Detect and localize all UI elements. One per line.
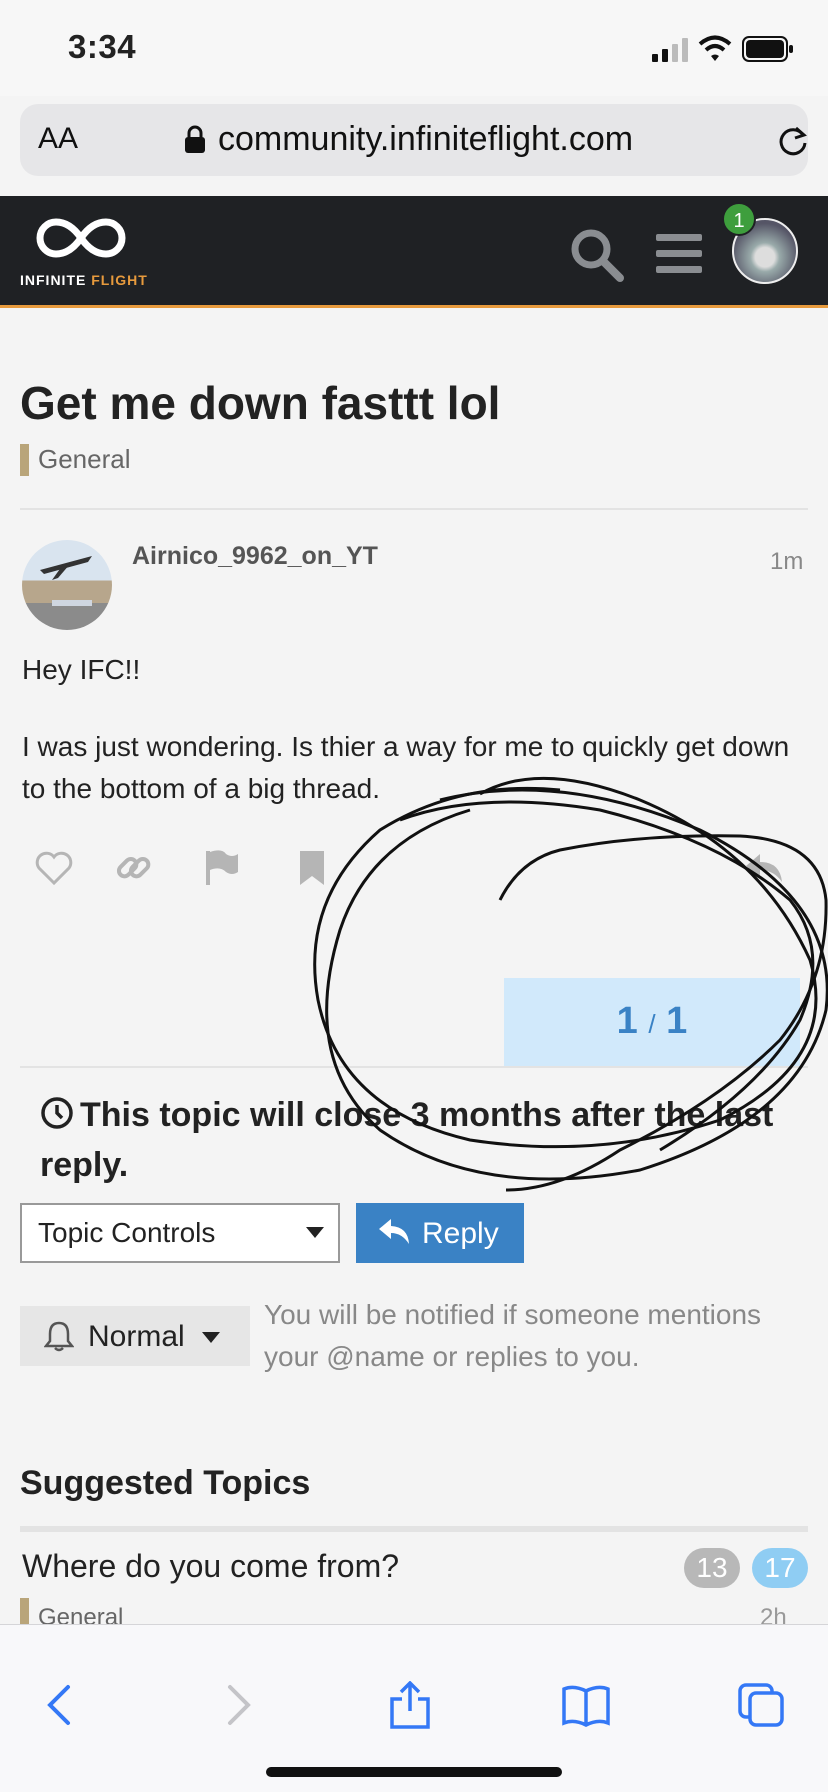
divider — [20, 1526, 808, 1532]
status-bar: 3:34 — [0, 0, 828, 96]
wifi-icon — [698, 35, 732, 61]
topic-progress[interactable]: 1 / 1 — [504, 978, 800, 1066]
reply-arrow-icon[interactable] — [744, 848, 784, 888]
reply-button[interactable]: Reply — [356, 1203, 524, 1263]
infinite-flight-logo[interactable] — [26, 214, 136, 262]
search-icon[interactable] — [568, 226, 624, 282]
status-time: 3:34 — [68, 28, 137, 65]
share-icon[interactable] — [384, 1681, 436, 1729]
divider — [20, 508, 808, 510]
progress-count: 1 / 1 — [616, 1000, 688, 1042]
reply-label: Reply — [422, 1217, 499, 1250]
heart-icon[interactable] — [34, 848, 74, 888]
cellular-signal-icon — [652, 38, 688, 62]
category-color-bar — [20, 444, 29, 476]
topic-title: Get me down fasttt lol — [20, 377, 501, 429]
reply-icon — [379, 1219, 409, 1244]
post-paragraph: Hey IFC!! — [22, 654, 141, 685]
notification-badge[interactable]: 1 — [722, 202, 756, 236]
topic-controls-label: Topic Controls — [38, 1217, 216, 1248]
post-paragraph: I was just wondering. Is thier a way for… — [22, 731, 790, 804]
screen: 3:34 AA community.infiniteflight.com INF… — [0, 0, 828, 1792]
home-indicator[interactable] — [266, 1767, 562, 1777]
post-author-avatar[interactable] — [22, 540, 112, 630]
hamburger-menu-icon[interactable] — [656, 232, 702, 274]
suggested-topics-heading: Suggested Topics — [20, 1464, 311, 1502]
tabs-icon[interactable] — [736, 1681, 788, 1729]
notification-level-label: Normal — [88, 1320, 185, 1353]
url-text[interactable]: community.infiniteflight.com — [218, 120, 633, 159]
forward-icon[interactable] — [212, 1681, 264, 1729]
notification-level-button[interactable]: Normal — [20, 1306, 250, 1366]
topic-category[interactable]: General — [38, 444, 131, 475]
post-age[interactable]: 1m — [770, 548, 803, 576]
divider — [20, 1066, 808, 1068]
clock-icon — [41, 1097, 73, 1129]
topic-closing-notice: This topic will close 3 months after the… — [40, 1096, 774, 1184]
browser-toolbar — [0, 1624, 828, 1792]
text-size-button[interactable]: AA — [38, 122, 78, 156]
suggested-topic-title[interactable]: Where do you come from? — [22, 1548, 399, 1585]
link-icon[interactable] — [114, 848, 154, 888]
lock-icon — [185, 125, 205, 153]
unread-count-badge[interactable]: 17 — [752, 1548, 808, 1588]
reply-count-badge[interactable]: 13 — [684, 1548, 740, 1588]
bookmark-icon[interactable] — [292, 848, 332, 888]
topic-controls-select[interactable]: Topic Controls — [20, 1203, 340, 1263]
brand-wordmark: INFINITE FLIGHT — [20, 272, 148, 288]
bell-icon — [44, 1321, 74, 1352]
post-username[interactable]: Airnico_9962_on_YT — [132, 542, 378, 571]
address-bar[interactable]: AA community.infiniteflight.com — [20, 104, 808, 176]
notification-description: You will be notified if someone mentions… — [264, 1299, 762, 1372]
flag-icon[interactable] — [202, 848, 242, 888]
airplane-photo-icon — [40, 556, 92, 606]
caret-down-icon — [202, 1332, 220, 1343]
battery-icon — [742, 36, 793, 62]
caret-down-icon — [306, 1227, 324, 1238]
reload-icon[interactable] — [776, 124, 810, 158]
bookmarks-icon[interactable] — [560, 1681, 612, 1729]
site-header: INFINITE FLIGHT 1 — [0, 196, 828, 308]
back-icon[interactable] — [34, 1681, 86, 1729]
